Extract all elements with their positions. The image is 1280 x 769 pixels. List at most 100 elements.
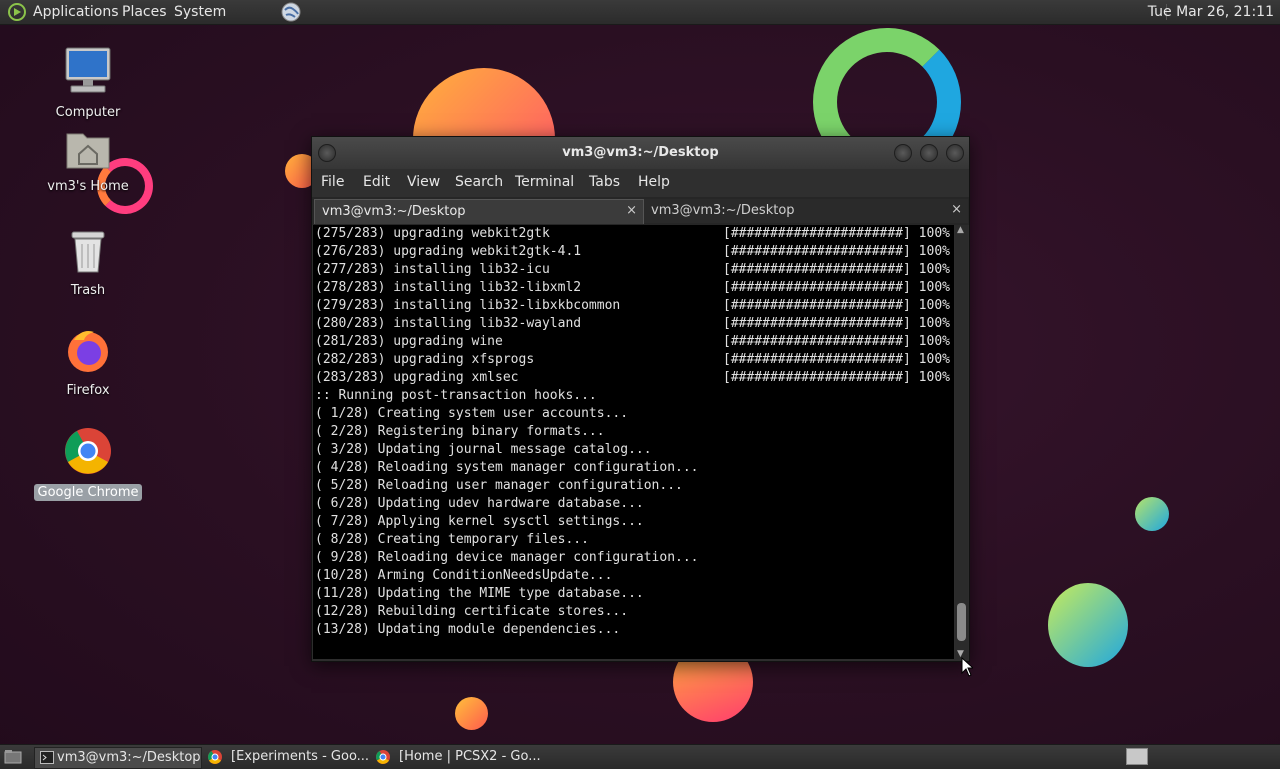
terminal-line: ( 9/28) Reloading device manager configu… [313,549,954,567]
terminal-line-text: ( 2/28) Registering binary formats... [315,424,605,439]
desktop-icon-home[interactable]: vm3's Home [33,128,143,195]
terminal-line: ( 1/28) Creating system user accounts... [313,405,954,423]
desktop-icon-label: Google Chrome [33,484,143,501]
taskbar-item-chrome-pcsx2[interactable]: [Home | PCSX2 - Go... [372,747,541,769]
scrollbar-thumb[interactable] [957,603,966,641]
terminal-line: (276/283) upgrading webkit2gtk-4.1 [#####… [313,243,954,261]
menu-view[interactable]: View [407,174,440,190]
menu-bar: File Edit View Search Terminal Tabs Help [312,169,969,197]
menu-tabs[interactable]: Tabs [589,174,620,190]
clock[interactable]: Tue Mar 26, 21:11 [1148,4,1274,20]
window-titlebar[interactable]: vm3@vm3:~/Desktop [312,137,969,169]
progress-bar-text: [######################] 100% [723,334,950,349]
applications-menu[interactable]: Applications [33,4,119,20]
terminal-line: (278/283) installing lib32-libxml2 [#####… [313,279,954,297]
tab-close-icon[interactable]: × [951,202,962,217]
terminal-line-text: ( 8/28) Creating temporary files... [315,532,589,547]
mouse-cursor-icon [961,657,973,677]
taskbar-item-chrome-experiments[interactable]: [Experiments - Goo... [204,747,370,767]
menu-help[interactable]: Help [638,174,670,190]
minimize-button[interactable] [894,144,912,162]
terminal-line: (275/283) upgrading webkit2gtk [#########… [313,225,954,243]
show-desktop-icon[interactable] [4,749,22,768]
terminal-line: ( 8/28) Creating temporary files... [313,531,954,549]
terminal-line-text: :: Running post-transaction hooks... [315,388,597,403]
terminal-line: :: Running post-transaction hooks... [313,387,954,405]
trash-icon [71,231,105,273]
taskbar-item-label: [Experiments - Goo... [231,749,370,764]
workspace-switcher-icon[interactable] [1126,748,1148,769]
firefox-icon [68,331,108,372]
desktop-icon-label: Computer [55,105,121,120]
terminal-line-text: (275/283) upgrading webkit2gtk [315,226,550,241]
web-browser-launcher-icon[interactable] [281,2,301,26]
desktop-icon-computer[interactable]: Computer [33,46,143,121]
terminal-scrollbar[interactable]: ▲ ▼ [955,225,968,659]
desktop-icon-trash[interactable]: Trash [33,228,143,299]
main-menu-icon[interactable] [8,3,26,25]
chrome-icon [375,749,391,769]
terminal-line-text: (11/28) Updating the MIME type database.… [315,586,644,601]
progress-bar-text: [######################] 100% [723,262,950,277]
menu-search[interactable]: Search [455,174,503,190]
taskbar-item-terminal[interactable]: vm3@vm3:~/Desktop [34,747,202,769]
terminal-line-text: (277/283) installing lib32-icu [315,262,550,277]
taskbar-item-label: vm3@vm3:~/Desktop [57,750,201,765]
progress-bar-text: [######################] 100% [723,244,950,259]
terminal-line: (10/28) Arming ConditionNeedsUpdate... [313,567,954,585]
bottom-panel: vm3@vm3:~/Desktop [Experiments - Goo... … [0,744,1280,769]
tab-label: vm3@vm3:~/Desktop [651,203,795,218]
terminal-line: (283/283) upgrading xmlsec [#############… [313,369,954,387]
progress-bar-text: [######################] 100% [723,298,950,313]
terminal-line: (281/283) upgrading wine [###############… [313,333,954,351]
close-button[interactable] [946,144,964,162]
terminal-line-text: (279/283) installing lib32-libxkbcommon [315,298,621,313]
terminal-line-text: (281/283) upgrading wine [315,334,503,349]
menu-terminal[interactable]: Terminal [515,174,574,190]
terminal-line: (11/28) Updating the MIME type database.… [313,585,954,603]
terminal-line-text: ( 6/28) Updating udev hardware database.… [315,496,644,511]
terminal-line-text: ( 7/28) Applying kernel sysctl settings.… [315,514,644,529]
terminal-window[interactable]: vm3@vm3:~/Desktop File Edit View Search … [311,136,970,662]
wallpaper-orb [455,697,488,730]
wallpaper-orb [1048,583,1128,667]
scroll-up-icon[interactable]: ▲ [957,225,964,235]
terminal-line-text: (282/283) upgrading xfsprogs [315,352,535,367]
home-folder-icon [66,133,110,169]
progress-bar-text: [######################] 100% [723,370,950,385]
terminal-line-text: (10/28) Arming ConditionNeedsUpdate... [315,568,613,583]
desktop-icon-google-chrome[interactable]: Google Chrome [33,426,143,501]
desktop-icon-firefox[interactable]: Firefox [33,326,143,399]
desktop-icon-label: Trash [70,283,106,298]
terminal-line-text: (283/283) upgrading xmlsec [315,370,519,385]
terminal-line-text: (13/28) Updating module dependencies... [315,622,621,637]
terminal-line: (13/28) Updating module dependencies... [313,621,954,639]
terminal-line-text: ( 4/28) Reloading system manager configu… [315,460,699,475]
terminal-line-text: ( 9/28) Reloading device manager configu… [315,550,699,565]
system-menu[interactable]: System [174,4,226,20]
tab-close-icon[interactable]: × [626,203,637,218]
terminal-tab-1[interactable]: vm3@vm3:~/Desktop × [314,199,644,224]
terminal-line: (277/283) installing lib32-icu [#########… [313,261,954,279]
menu-file[interactable]: File [321,174,344,190]
terminal-line-text: (12/28) Rebuilding certificate stores... [315,604,629,619]
terminal-tab-2[interactable]: vm3@vm3:~/Desktop × [644,199,968,223]
terminal-line: ( 4/28) Reloading system manager configu… [313,459,954,477]
terminal-line: (279/283) installing lib32-libxkbcommon [… [313,297,954,315]
maximize-button[interactable] [920,144,938,162]
terminal-line: (282/283) upgrading xfsprogs [###########… [313,351,954,369]
terminal-line: ( 5/28) Reloading user manager configura… [313,477,954,495]
terminal-line: (280/283) installing lib32-wayland [#####… [313,315,954,333]
taskbar-item-label: [Home | PCSX2 - Go... [399,749,541,764]
window-title: vm3@vm3:~/Desktop [562,145,719,160]
menu-edit[interactable]: Edit [363,174,390,190]
terminal-line-text: (276/283) upgrading webkit2gtk-4.1 [315,244,582,259]
places-menu[interactable]: Places [122,4,167,20]
top-panel: Applications Places System Tue Mar 26, 2… [0,0,1280,25]
terminal-output[interactable]: (275/283) upgrading webkit2gtk [#########… [313,225,954,659]
terminal-line-text: ( 5/28) Reloading user manager configura… [315,478,683,493]
progress-bar-text: [######################] 100% [723,316,950,331]
terminal-line-text: ( 3/28) Updating journal message catalog… [315,442,652,457]
progress-bar-text: [######################] 100% [723,226,950,241]
terminal-icon [40,751,54,768]
